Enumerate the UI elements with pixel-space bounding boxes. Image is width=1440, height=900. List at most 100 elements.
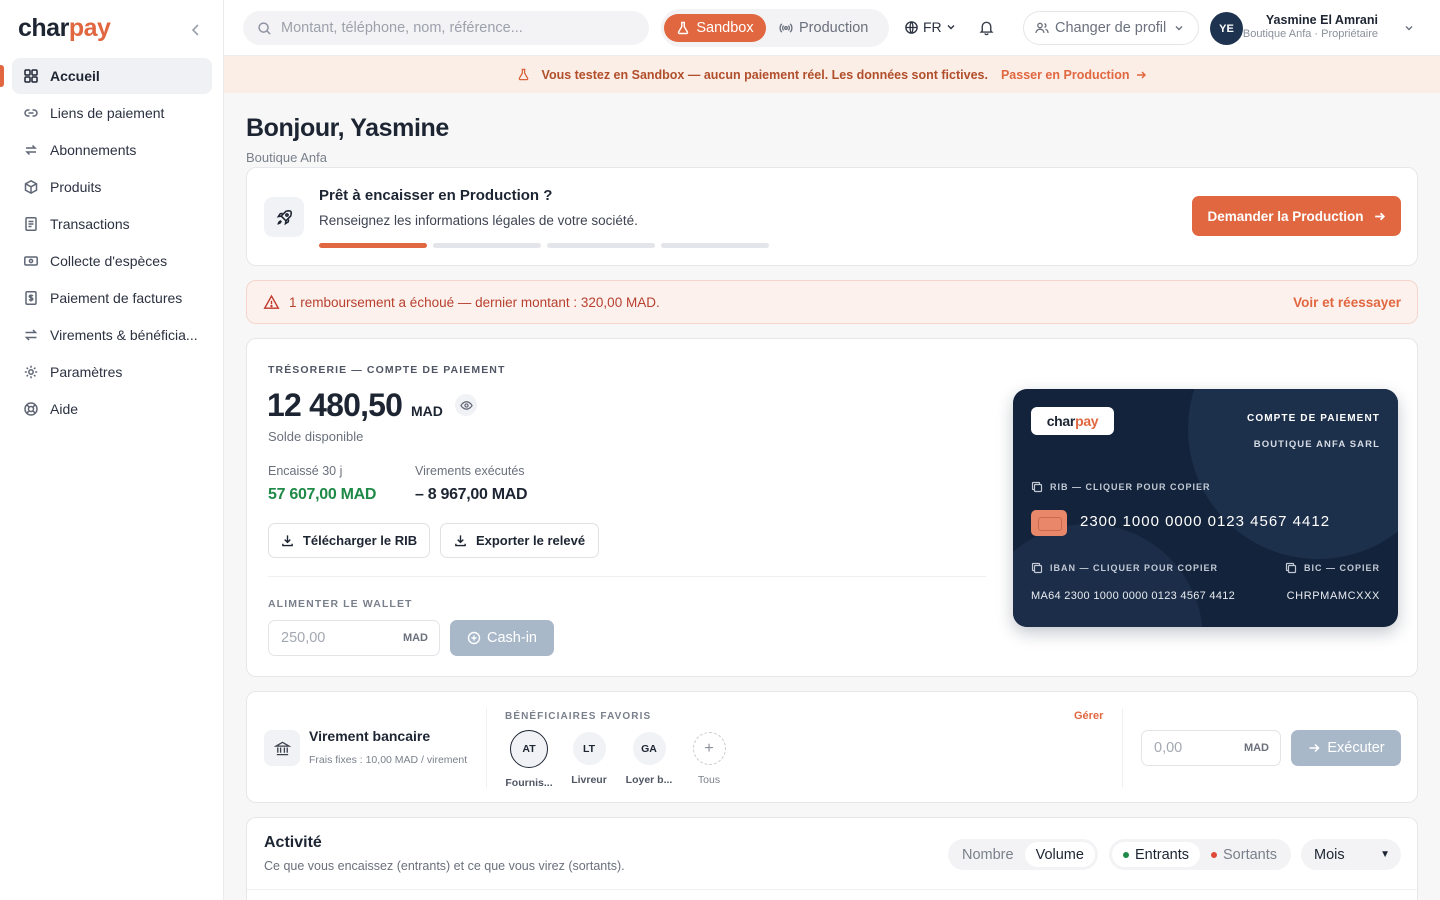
plus-icon: + xyxy=(692,732,726,765)
cashin-button[interactable]: Cash-in xyxy=(450,620,554,656)
copy-rib-label[interactable]: RIB — CLIQUER POUR COPIER xyxy=(1031,481,1211,493)
brand-logo[interactable]: charpay xyxy=(18,14,111,43)
card-account-type: COMPTE DE PAIEMENT xyxy=(1247,413,1380,424)
card-chip xyxy=(1031,510,1067,536)
sidebar-item-label: Aide xyxy=(50,401,79,417)
sidebar-item-aide[interactable]: Aide xyxy=(12,391,212,427)
metric-toggle: Nombre Volume xyxy=(948,839,1098,870)
change-profile-button[interactable]: Changer de profil xyxy=(1023,11,1199,45)
banknote-icon xyxy=(23,253,39,269)
production-env-button[interactable]: Production xyxy=(779,14,868,42)
execute-transfer-button[interactable]: Exécuter xyxy=(1291,730,1401,766)
box-icon xyxy=(23,179,39,195)
transfer-amount-input[interactable] xyxy=(1154,740,1234,756)
receipt-icon xyxy=(23,216,39,232)
sidebar-item-produits[interactable]: Produits xyxy=(12,169,212,205)
period-value: Mois xyxy=(1314,846,1345,863)
iban-number[interactable]: MA64 2300 1000 0000 0123 4567 4412 xyxy=(1031,590,1235,602)
production-card-title: Prêt à encaisser en Production ? xyxy=(319,187,553,204)
transfer-fees: Frais fixes : 10,00 MAD / virement xyxy=(309,754,468,766)
wallet-amount-input[interactable] xyxy=(281,630,381,646)
sandbox-env-button[interactable]: Sandbox xyxy=(664,14,766,42)
switch-to-production-link[interactable]: Passer en Production xyxy=(1001,68,1148,82)
flask-icon xyxy=(517,68,530,81)
balance-currency: MAD xyxy=(411,403,443,419)
sidebar-item-liens-de-paiement[interactable]: Liens de paiement xyxy=(12,95,212,131)
metric-option-count[interactable]: Nombre xyxy=(951,842,1025,867)
flow-toggle: Entrants Sortants xyxy=(1109,839,1291,870)
copy-bic-label[interactable]: BIC — COPIER xyxy=(1285,562,1380,574)
period-select[interactable]: Mois ▼ xyxy=(1301,839,1401,870)
card-decoration xyxy=(1013,524,1203,627)
balance-amount: 12 480,50 xyxy=(267,387,403,423)
copy-iban-label[interactable]: IBAN — CLIQUER POUR COPIER xyxy=(1031,562,1218,574)
beneficiary-name: Livreur xyxy=(571,774,607,786)
collapse-sidebar-icon[interactable] xyxy=(186,20,206,40)
plus-circle-icon xyxy=(467,631,481,645)
transfer-currency: MAD xyxy=(1243,742,1269,754)
all-beneficiaries-button[interactable]: + Tous xyxy=(677,732,741,786)
search-icon xyxy=(257,21,272,36)
divider xyxy=(486,708,487,788)
gear-icon xyxy=(23,364,39,380)
favorite-beneficiary[interactable]: LT Livreur xyxy=(557,732,621,786)
favorite-beneficiary[interactable]: GA Loyer b... xyxy=(617,732,681,786)
shop-name: Boutique Anfa xyxy=(246,150,327,165)
rib-number[interactable]: 2300 1000 0000 0123 4567 4412 xyxy=(1080,513,1330,530)
sidebar-item-label: Accueil xyxy=(50,68,100,84)
change-profile-label: Changer de profil xyxy=(1055,20,1167,36)
caret-down-icon: ▼ xyxy=(1380,849,1390,860)
treasury-card: TRÉSORERIE — COMPTE DE PAIEMENT 12 480,5… xyxy=(246,338,1418,677)
grid-icon xyxy=(23,68,39,84)
sidebar-item-paiement-factures[interactable]: Paiement de factures xyxy=(12,280,212,316)
export-statement-label: Exporter le relevé xyxy=(475,533,586,548)
bic-code[interactable]: CHRPMAMCXXX xyxy=(1287,590,1380,602)
copy-icon xyxy=(1031,562,1043,574)
sidebar-item-parametres[interactable]: Paramètres xyxy=(12,354,212,390)
request-production-button[interactable]: Demander la Production xyxy=(1192,196,1401,236)
arrow-right-icon xyxy=(1307,741,1321,755)
progress-step-1 xyxy=(319,243,427,248)
iban-label-text: IBAN — CLIQUER POUR COPIER xyxy=(1050,563,1219,573)
invoice-icon xyxy=(23,290,39,306)
switch-to-production-label: Passer en Production xyxy=(1000,67,1130,82)
card-logo: char pay xyxy=(1031,407,1114,435)
flow-option-out[interactable]: Sortants xyxy=(1200,842,1288,867)
flow-option-out-label: Sortants xyxy=(1223,846,1277,863)
sidebar-item-label: Virements & bénéficia... xyxy=(50,327,198,343)
search-input[interactable] xyxy=(281,20,621,36)
user-menu-chevron-icon[interactable] xyxy=(1404,23,1414,33)
flow-option-in[interactable]: Entrants xyxy=(1112,842,1200,867)
bell-icon[interactable] xyxy=(978,19,995,36)
rocket-icon xyxy=(264,197,304,237)
sidebar: charpay Accueil Liens de paiement Abonne… xyxy=(0,0,224,900)
production-env-label: Production xyxy=(799,20,869,36)
download-rib-button[interactable]: Télécharger le RIB xyxy=(268,523,430,558)
user-name[interactable]: Yasmine El Amrani xyxy=(1250,13,1378,27)
sidebar-item-abonnements[interactable]: Abonnements xyxy=(12,132,212,168)
download-icon xyxy=(454,534,467,547)
treasury-label: TRÉSORERIE — COMPTE DE PAIEMENT xyxy=(268,364,506,376)
language-selector[interactable]: FR xyxy=(904,19,956,35)
sidebar-item-virements[interactable]: Virements & bénéficia... xyxy=(12,317,212,353)
eye-icon[interactable] xyxy=(455,394,477,416)
favorite-beneficiary[interactable]: AT Fournis... xyxy=(497,730,561,789)
wallet-amount-field[interactable]: MAD xyxy=(268,620,440,656)
beneficiary-avatar: LT xyxy=(572,732,606,765)
download-rib-label: Télécharger le RIB xyxy=(302,533,418,548)
transfer-title: Virement bancaire xyxy=(309,728,431,744)
sidebar-nav: Accueil Liens de paiement Abonnements Pr… xyxy=(12,58,212,428)
search-bar[interactable] xyxy=(243,11,649,45)
sidebar-item-collecte-especes[interactable]: Collecte d'espèces xyxy=(12,243,212,279)
transfer-amount-field[interactable]: MAD xyxy=(1141,730,1281,766)
users-icon xyxy=(1035,21,1049,35)
sidebar-item-accueil[interactable]: Accueil xyxy=(12,58,212,94)
download-icon xyxy=(281,534,294,547)
manage-favorites-link[interactable]: Gérer xyxy=(1074,710,1103,722)
export-statement-button[interactable]: Exporter le relevé xyxy=(440,523,599,558)
sidebar-item-transactions[interactable]: Transactions xyxy=(12,206,212,242)
metric-option-volume[interactable]: Volume xyxy=(1024,842,1095,867)
view-retry-link[interactable]: Voir et réessayer xyxy=(1293,295,1401,310)
alert-text: 1 remboursement a échoué — dernier monta… xyxy=(289,295,660,310)
production-card-subtitle: Renseignez les informations légales de v… xyxy=(319,213,638,228)
